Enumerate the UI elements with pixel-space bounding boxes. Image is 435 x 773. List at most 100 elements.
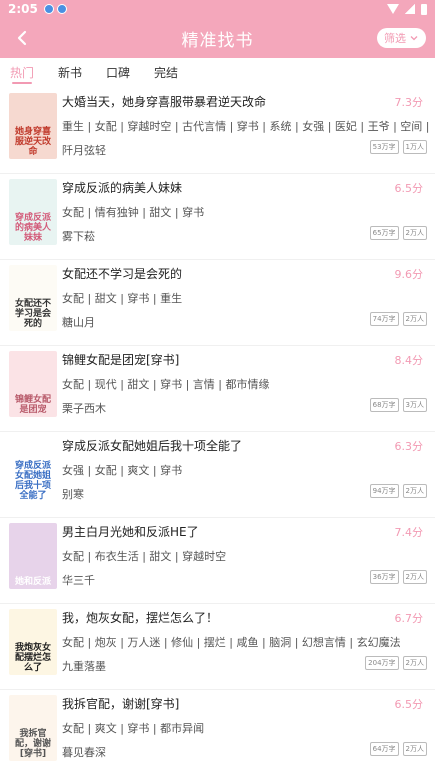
category-tabs: 热门 新书 口碑 完结 bbox=[0, 58, 435, 88]
book-meta: 53万字 1万人 bbox=[369, 140, 427, 154]
book-tags: 女配 | 情有独钟 | 甜文 | 穿书 bbox=[62, 206, 205, 219]
book-tags: 女配 | 甜文 | 穿书 | 重生 bbox=[62, 292, 183, 305]
book-score: 8.4分 bbox=[394, 354, 424, 367]
notification-icon bbox=[56, 4, 67, 14]
book-tags: 女配 | 布衣生活 | 甜文 | 穿越时空 bbox=[62, 550, 227, 563]
reader-count-badge: 1万人 bbox=[402, 140, 427, 154]
back-arrow-icon bbox=[17, 30, 27, 46]
book-title[interactable]: 我拆官配，谢谢[穿书] bbox=[62, 695, 179, 712]
book-item[interactable]: 锦鲤女配是团宠 锦鲤女配是团宠[穿书] 8.4分女配 | 现代 | 甜文 | 穿书 … bbox=[0, 346, 435, 432]
book-item[interactable]: 她身穿喜服逆天改命 大婚当天，她身穿喜服带暴君逆天改命 7.3分重生 | 女配 | … bbox=[0, 88, 435, 174]
book-author: 糖山月 bbox=[62, 316, 95, 329]
book-title[interactable]: 大婚当天，她身穿喜服带暴君逆天改命 bbox=[62, 93, 266, 110]
book-score: 6.3分 bbox=[394, 440, 424, 453]
book-title[interactable]: 女配还不学习是会死的 bbox=[62, 265, 182, 282]
back-button[interactable] bbox=[10, 26, 34, 50]
book-meta: 64万字 2万人 bbox=[369, 742, 427, 756]
reader-count-badge: 2万人 bbox=[402, 656, 427, 670]
book-cover[interactable]: 她和反派 bbox=[9, 523, 57, 589]
cover-text: 穿成反派的病美人妹妹 bbox=[14, 213, 51, 243]
cover-text: 她身穿喜服逆天改命 bbox=[14, 127, 51, 157]
book-tags: 女配 | 现代 | 甜文 | 穿书 | 言情 | 都市情缘 bbox=[62, 378, 270, 391]
word-count-badge: 204万字 bbox=[365, 656, 399, 670]
tab-completed[interactable]: 完结 bbox=[154, 58, 178, 88]
book-title[interactable]: 穿成反派女配她姐后我十项全能了 bbox=[62, 437, 242, 454]
book-score: 7.3分 bbox=[394, 96, 424, 109]
word-count-badge: 74万字 bbox=[369, 312, 399, 326]
book-cover[interactable]: 锦鲤女配是团宠 bbox=[9, 351, 57, 417]
book-meta: 94万字 2万人 bbox=[369, 484, 427, 498]
book-tags: 女配 | 炮灰 | 万人迷 | 修仙 | 摆烂 | 咸鱼 | 脑洞 | 幻想言情… bbox=[62, 636, 401, 649]
chevron-down-icon bbox=[410, 36, 418, 41]
cover-text: 女配还不学习是会死的 bbox=[14, 299, 51, 329]
book-author: 阡月弦轻 bbox=[62, 144, 106, 157]
book-score: 7.4分 bbox=[394, 526, 424, 539]
book-item[interactable]: 我炮灰女配摆烂怎么了 我，炮灰女配，摆烂怎么了！ 6.7分女配 | 炮灰 | 万人迷… bbox=[0, 604, 435, 690]
reader-count-badge: 2万人 bbox=[402, 312, 427, 326]
book-cover[interactable]: 我炮灰女配摆烂怎么了 bbox=[9, 609, 57, 675]
book-tags: 重生 | 女配 | 穿越时空 | 古代言情 | 穿书 | 系统 | 女强 | 医… bbox=[62, 120, 429, 133]
status-icons bbox=[387, 3, 427, 15]
reader-count-badge: 2万人 bbox=[402, 226, 427, 240]
book-title[interactable]: 锦鲤女配是团宠[穿书] bbox=[62, 351, 179, 368]
cover-text: 锦鲤女配是团宠 bbox=[14, 395, 51, 415]
battery-icon bbox=[421, 3, 427, 15]
book-cover[interactable]: 穿成反派的病美人妹妹 bbox=[9, 179, 57, 245]
book-score: 6.7分 bbox=[394, 612, 424, 625]
word-count-badge: 94万字 bbox=[369, 484, 399, 498]
word-count-badge: 53万字 bbox=[369, 140, 399, 154]
book-author: 华三千 bbox=[62, 574, 95, 587]
book-tags: 女强 | 女配 | 爽文 | 穿书 bbox=[62, 464, 183, 477]
word-count-badge: 68万字 bbox=[369, 398, 399, 412]
book-item[interactable]: 她和反派 男主白月光她和反派HE了 7.4分女配 | 布衣生活 | 甜文 | 穿越时… bbox=[0, 518, 435, 604]
reader-count-badge: 2万人 bbox=[402, 484, 427, 498]
cover-text: 我炮灰女配摆烂怎么了 bbox=[14, 643, 51, 673]
word-count-badge: 65万字 bbox=[369, 226, 399, 240]
book-cover[interactable]: 她身穿喜服逆天改命 bbox=[9, 93, 57, 159]
book-item[interactable]: 我拆官配，谢谢[穿书] 我拆官配，谢谢[穿书] 6.5分女配 | 爽文 | 穿书 |… bbox=[0, 690, 435, 773]
reader-count-badge: 3万人 bbox=[402, 398, 427, 412]
book-score: 9.6分 bbox=[394, 268, 424, 281]
status-bar: 2:05 bbox=[0, 0, 435, 18]
app-bar: 精准找书 筛选 bbox=[0, 18, 435, 58]
word-count-badge: 64万字 bbox=[369, 742, 399, 756]
filter-label: 筛选 bbox=[384, 32, 406, 45]
book-cover[interactable]: 我拆官配，谢谢[穿书] bbox=[9, 695, 57, 761]
book-author: 暮见春深 bbox=[62, 746, 106, 759]
book-author: 九重落墨 bbox=[62, 660, 106, 673]
signal-icon bbox=[405, 4, 415, 14]
tab-hot[interactable]: 热门 bbox=[10, 58, 34, 88]
tab-reputation[interactable]: 口碑 bbox=[106, 58, 130, 88]
book-list: 她身穿喜服逆天改命 大婚当天，她身穿喜服带暴君逆天改命 7.3分重生 | 女配 | … bbox=[0, 88, 435, 773]
book-author: 雾下菘 bbox=[62, 230, 95, 243]
filter-button[interactable]: 筛选 bbox=[377, 28, 426, 48]
book-cover[interactable]: 女配还不学习是会死的 bbox=[9, 265, 57, 331]
word-count-badge: 36万字 bbox=[369, 570, 399, 584]
status-time: 2:05 bbox=[8, 2, 38, 16]
tab-new[interactable]: 新书 bbox=[58, 58, 82, 88]
book-cover[interactable]: 穿成反派女配她姐后我十项全能了 bbox=[9, 437, 57, 503]
book-title[interactable]: 男主白月光她和反派HE了 bbox=[62, 523, 199, 540]
book-meta: 68万字 3万人 bbox=[369, 398, 427, 412]
cover-text: 她和反派 bbox=[14, 577, 51, 587]
book-author: 别寒 bbox=[62, 488, 84, 501]
book-score: 6.5分 bbox=[394, 182, 424, 195]
book-meta: 36万字 2万人 bbox=[369, 570, 427, 584]
book-author: 栗子西木 bbox=[62, 402, 106, 415]
book-item[interactable]: 女配还不学习是会死的 女配还不学习是会死的 9.6分女配 | 甜文 | 穿书 | 重… bbox=[0, 260, 435, 346]
cover-text: 穿成反派女配她姐后我十项全能了 bbox=[14, 461, 51, 501]
reader-count-badge: 2万人 bbox=[402, 742, 427, 756]
book-item[interactable]: 穿成反派的病美人妹妹 穿成反派的病美人妹妹 6.5分女配 | 情有独钟 | 甜文 |… bbox=[0, 174, 435, 260]
book-meta: 65万字 2万人 bbox=[369, 226, 427, 240]
notification-icon bbox=[43, 4, 54, 14]
reader-count-badge: 2万人 bbox=[402, 570, 427, 584]
book-item[interactable]: 穿成反派女配她姐后我十项全能了 穿成反派女配她姐后我十项全能了 6.3分女强 | 女… bbox=[0, 432, 435, 518]
page-title: 精准找书 bbox=[181, 30, 254, 51]
book-title[interactable]: 穿成反派的病美人妹妹 bbox=[62, 179, 182, 196]
book-meta: 204万字 2万人 bbox=[365, 656, 427, 670]
book-tags: 女配 | 爽文 | 穿书 | 都市异闻 bbox=[62, 722, 205, 735]
book-meta: 74万字 2万人 bbox=[369, 312, 427, 326]
book-title[interactable]: 我，炮灰女配，摆烂怎么了！ bbox=[62, 609, 218, 626]
cover-text: 我拆官配，谢谢[穿书] bbox=[14, 729, 51, 759]
book-score: 6.5分 bbox=[394, 698, 424, 711]
